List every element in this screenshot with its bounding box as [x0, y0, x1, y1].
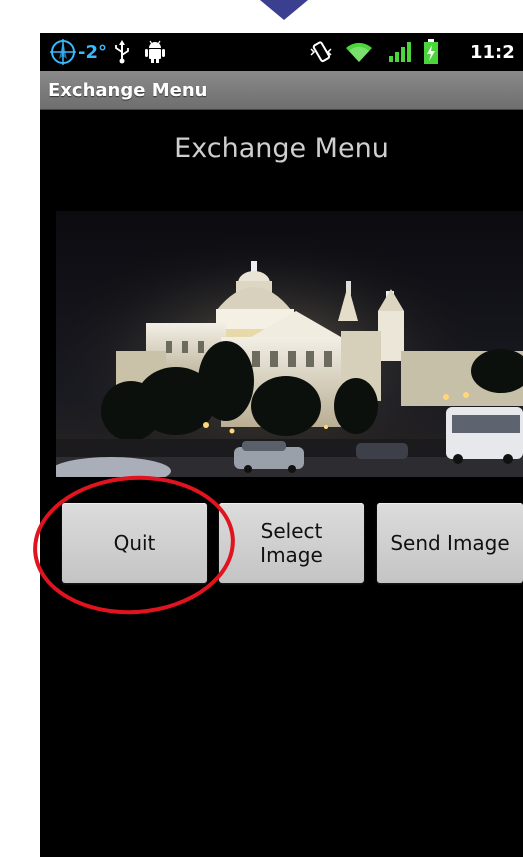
temperature-readout: -2° — [78, 41, 107, 63]
page-heading: Exchange Menu — [174, 133, 389, 164]
title-bar: Exchange Menu — [40, 71, 523, 110]
cathedral-photo — [56, 211, 523, 477]
pointer-triangle — [260, 0, 308, 20]
compass-icon — [48, 33, 78, 71]
quit-button-label: Quit — [113, 531, 156, 555]
wifi-icon — [345, 33, 373, 71]
app-title: Exchange Menu — [48, 79, 208, 101]
send-image-button[interactable]: Send Image — [377, 503, 523, 583]
status-bar: -2° 11:2 — [40, 33, 523, 71]
clock-time: 11:2 — [470, 41, 515, 63]
send-image-button-label: Send Image — [390, 531, 510, 555]
battery-charging-icon — [423, 33, 439, 71]
screenshot-page: -2° 11:2 Exchange Menu Exchange Menu Qui… — [0, 0, 523, 857]
signal-icon — [388, 33, 414, 71]
select-image-button[interactable]: Select Image — [219, 503, 364, 583]
select-image-button-label: Select Image — [260, 519, 323, 567]
vibrate-icon — [308, 33, 334, 71]
quit-button[interactable]: Quit — [62, 503, 207, 583]
usb-icon — [114, 33, 130, 71]
android-debug-icon — [145, 33, 165, 71]
phone-screen: -2° 11:2 Exchange Menu Exchange Menu Qui… — [40, 33, 523, 857]
